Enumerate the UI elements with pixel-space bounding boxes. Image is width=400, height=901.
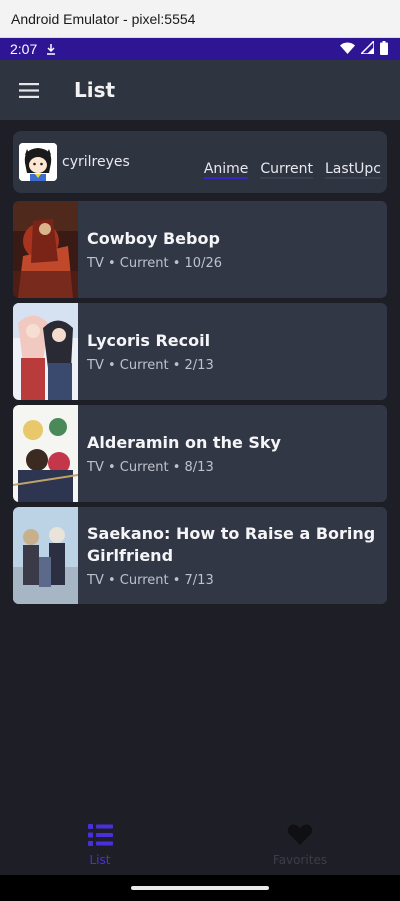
profile-card: cyrilreyes Anime Current LastUpc [13, 131, 387, 193]
tab-label: LastUpc [325, 161, 381, 177]
item-title: Cowboy Bebop [87, 229, 220, 248]
anime-list: Cowboy Bebop TV • Current • 10/26 Lycori… [13, 201, 387, 609]
nav-label: Favorites [272, 853, 328, 867]
item-title: Saekano: How to Raise a Boring Girlfrien… [87, 524, 376, 565]
status-bar: 2:07 [0, 38, 400, 60]
status-time: 2:07 [10, 41, 38, 57]
profile-username: cyrilreyes [62, 154, 130, 170]
list-icon [87, 823, 113, 850]
signal-icon [359, 39, 375, 57]
avatar[interactable] [19, 143, 57, 181]
home-gesture-handle[interactable] [131, 886, 269, 890]
cover-image [13, 405, 79, 502]
nav-item-favorites[interactable]: Favorites [200, 815, 400, 875]
item-title: Lycoris Recoil [87, 331, 211, 350]
window-titlebar: Android Emulator - pixel:5554 [0, 0, 400, 38]
category-tabs: Anime Current LastUpc [198, 131, 387, 193]
nav-item-list[interactable]: List [0, 815, 200, 875]
tab-current[interactable]: Current [254, 145, 319, 193]
top-app-bar: List [0, 60, 400, 120]
list-item[interactable]: Saekano: How to Raise a Boring Girlfrien… [13, 507, 387, 604]
tab-anime[interactable]: Anime [198, 145, 255, 193]
battery-icon [380, 40, 388, 58]
tab-indicator [203, 177, 249, 179]
item-meta: TV • Current • 7/13 [87, 573, 214, 588]
item-title: Alderamin on the Sky [87, 433, 281, 452]
cover-image [13, 507, 78, 604]
app-screen: List cyrilreyes Anime Current LastUpc Co… [0, 60, 400, 875]
item-meta: TV • Current • 8/13 [87, 460, 214, 475]
item-meta: TV • Current • 2/13 [87, 358, 214, 373]
gesture-bar [0, 875, 400, 901]
download-icon [45, 42, 57, 56]
bottom-navigation: List Favorites [0, 815, 400, 875]
page-title: List [74, 78, 116, 102]
hamburger-menu-icon[interactable] [0, 60, 58, 120]
tab-indicator [260, 177, 313, 179]
tab-label: Current [260, 161, 313, 177]
nav-label: List [89, 852, 111, 867]
tab-label: Anime [203, 161, 249, 177]
cover-image [13, 303, 78, 400]
list-item[interactable]: Alderamin on the Sky TV • Current • 8/13 [13, 405, 387, 502]
list-item[interactable]: Cowboy Bebop TV • Current • 10/26 [13, 201, 387, 298]
wifi-icon [340, 41, 355, 57]
heart-icon [287, 823, 313, 850]
tab-indicator [325, 177, 381, 179]
cover-image [13, 201, 78, 298]
tab-lastupdated[interactable]: LastUpc [319, 145, 387, 193]
item-meta: TV • Current • 10/26 [87, 256, 222, 271]
window-title: Android Emulator - pixel:5554 [11, 10, 196, 27]
list-item[interactable]: Lycoris Recoil TV • Current • 2/13 [13, 303, 387, 400]
